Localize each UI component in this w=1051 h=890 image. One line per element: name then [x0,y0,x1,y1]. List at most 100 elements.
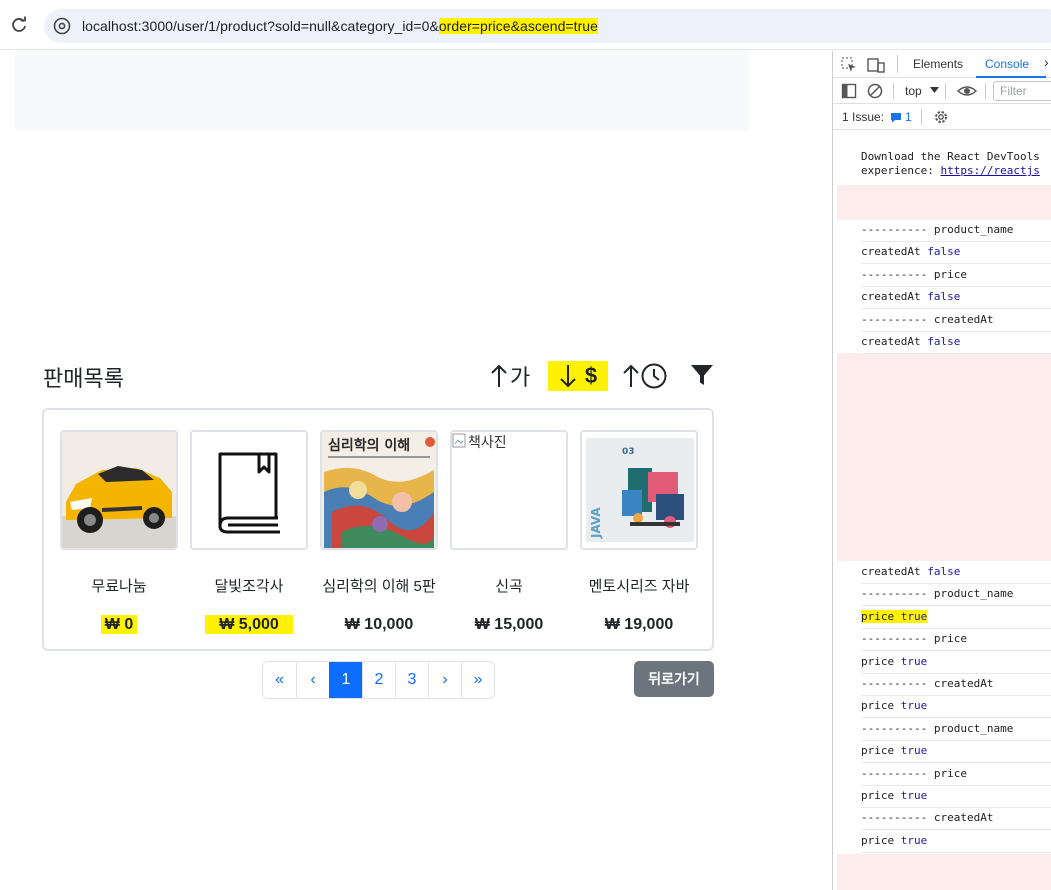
sort-by-price-button[interactable]: $ [548,361,608,391]
product-price-text: ₩ 5,000 [205,615,293,634]
pagination-prev[interactable]: ‹ [296,662,329,698]
console-log-row: ---------- createdAt [861,808,1051,830]
console-log-row: createdAt false [861,242,1051,264]
log-value: true [900,610,928,623]
product-image[interactable] [190,430,308,550]
product-name: 심리학의 이해 5판 [322,578,436,595]
log-text: ---------- createdAt [861,313,994,326]
message-line-2: experience: [861,164,941,177]
psychology-book-cover: 심리학의 이해 [322,432,436,548]
product-image[interactable]: 책사진 [450,430,568,550]
log-text: createdAt [861,245,928,258]
console-log-row: price true [861,741,1051,763]
pagination: « ‹ 1 2 3 › » [262,661,495,699]
console-log-row: ---------- createdAt [861,310,1051,332]
issues-bar: 1 Issue: 1 [833,104,1051,130]
device-toolbar-icon[interactable] [867,57,885,73]
url-plain: localhost:3000/user/1/product?sold=null&… [82,18,439,34]
product-image[interactable]: JAVA 03 [580,430,698,550]
pagination-page-3[interactable]: 3 [395,662,428,698]
product-price: ₩ 10,000 [310,616,448,634]
log-value: true [900,655,928,668]
log-text: ---------- createdAt [861,677,994,690]
product-price-text: ₩ 10,000 [344,616,414,633]
console-message-react-devtools: Download the React DevTools experience: … [861,150,1040,178]
address-bar[interactable]: localhost:3000/user/1/product?sold=null&… [44,9,1051,43]
log-text: price [861,655,901,668]
chevron-down-icon[interactable] [930,87,939,94]
product-price: ₩ 5,000 [180,615,318,634]
log-text: ---------- createdAt [861,811,994,824]
console-log-row: ---------- product_name [861,220,1051,242]
tab-elements[interactable]: Elements [913,57,963,71]
console-log-row: price true [861,696,1051,718]
pagination-page-1[interactable]: 1 [329,662,362,698]
log-text: price [861,610,901,623]
pagination-page-2[interactable]: 2 [362,662,395,698]
log-value: true [900,789,928,802]
car-photo [62,432,176,548]
sidebar-toggle-icon[interactable] [841,83,857,99]
site-info-icon[interactable] [53,17,71,35]
image-alt-text: 책사진 [468,434,507,450]
product-card[interactable]: 심리학의 이해 심리학의 이해 5판 ₩ 10,000 [320,430,438,633]
log-text: ---------- price [861,268,967,281]
divider [985,83,986,99]
product-price-text: ₩ 15,000 [474,616,544,633]
console-filter-input[interactable]: Filter [993,81,1051,101]
console-log-row: createdAt false [861,562,1051,584]
header-placeholder [15,51,749,131]
product-image[interactable] [60,430,178,550]
clear-console-icon[interactable] [867,83,883,99]
log-value: false [927,245,961,258]
product-card[interactable]: JAVA 03 멘토시리즈 자바 ₩ 19,000 [580,430,698,633]
pagination-last[interactable]: » [461,662,494,698]
browser-toolbar: localhost:3000/user/1/product?sold=null&… [0,0,1051,50]
product-name: 멘토시리즈 자바 [588,578,690,595]
arrow-up-icon [491,364,507,387]
product-name: 무료나눔 [91,578,147,595]
log-text: ---------- product_name [861,223,1014,236]
devtools-tabbar: Elements Console › [833,51,1051,78]
eye-icon[interactable] [957,83,977,99]
log-value: false [927,565,961,578]
pagination-first[interactable]: « [263,662,296,698]
sort-price-label: $ [584,363,598,388]
arrow-up-icon [623,364,639,387]
product-card[interactable]: 무료나눔 ₩ 0 [60,430,178,634]
product-card[interactable]: 달빛조각사 ₩ 5,000 [190,430,308,634]
console-error-row [837,185,1051,220]
console-log-row: price true [861,786,1051,808]
product-card[interactable]: 책사진 신곡 ₩ 15,000 [450,430,568,633]
log-text: price [861,789,901,802]
filter-icon[interactable] [690,363,714,387]
reload-icon[interactable] [10,16,28,34]
log-value: true [900,699,928,712]
product-image[interactable]: 심리학의 이해 [320,430,438,550]
tab-console[interactable]: Console [985,57,1029,71]
context-selector[interactable]: top [905,84,922,98]
pagination-next[interactable]: › [428,662,461,698]
product-price-text: ₩ 0 [100,615,138,634]
log-text: ---------- product_name [861,587,1014,600]
page-title: 판매목록 [43,366,124,391]
issue-message-icon[interactable] [890,112,902,123]
console-log-row: price true [861,831,1051,853]
log-text: createdAt [861,335,928,348]
console-log-row-highlighted: price true [861,607,1051,629]
sort-name-label: 가 [510,365,531,390]
cover-title: 심리학의 이해 [328,437,410,454]
inspect-element-icon[interactable] [841,57,857,73]
console-log-row: price true [861,652,1051,674]
more-tabs-chevron-icon[interactable]: › [1044,54,1049,70]
sort-by-date-button[interactable] [622,359,668,393]
java-book-cover: JAVA 03 [582,432,696,548]
issues-count[interactable]: 1 [905,110,912,124]
console-log-row: ---------- createdAt [861,674,1051,696]
gear-icon[interactable] [933,109,949,125]
sort-by-name-button[interactable]: 가 [490,359,530,393]
react-devtools-link[interactable]: https://reactjs [940,164,1039,177]
back-button[interactable]: 뒤로가기 [634,661,714,697]
log-text: price [861,699,901,712]
console-error-row [837,854,1051,890]
